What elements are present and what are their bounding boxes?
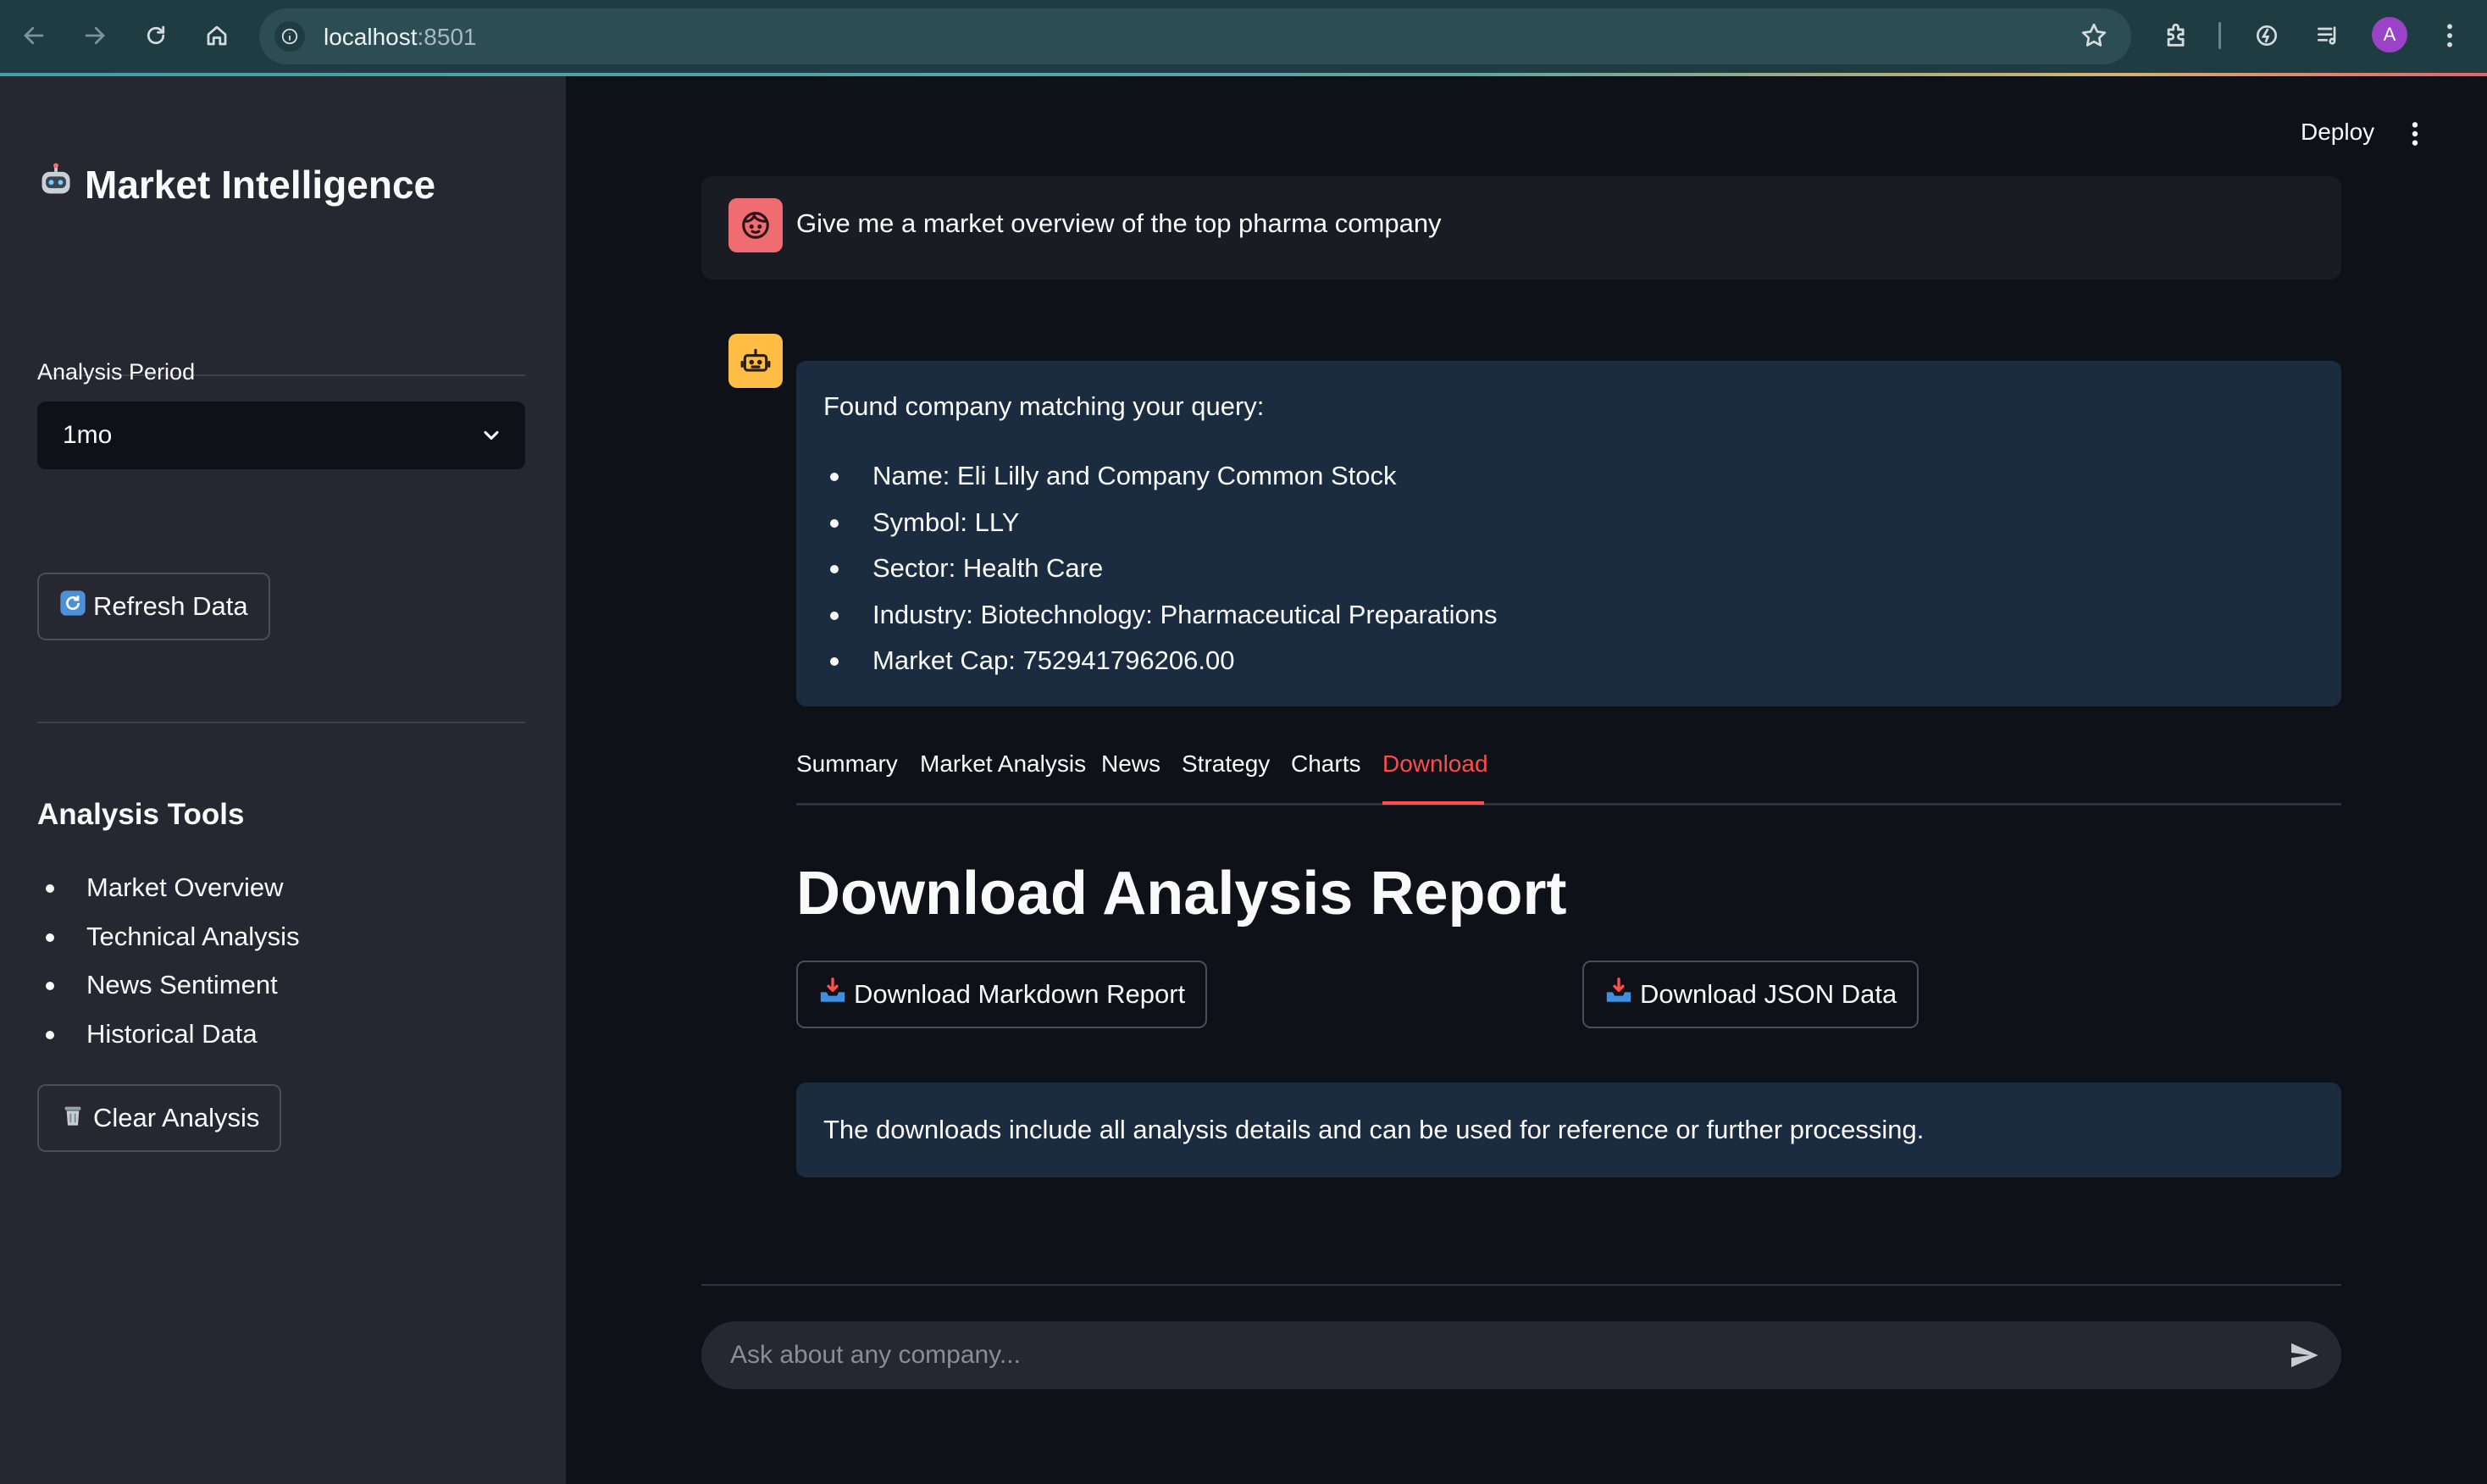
toolbar-separator (2218, 22, 2221, 49)
download-heading: Download Analysis Report (796, 860, 1567, 928)
analysis-tools-heading: Analysis Tools (37, 798, 245, 831)
sidebar-divider (37, 722, 525, 723)
bot-avatar-icon (728, 334, 783, 388)
send-icon[interactable] (2287, 1338, 2323, 1372)
trash-icon (59, 1101, 86, 1135)
address-bar[interactable]: localhost:8501 (259, 8, 2131, 64)
list-item: Market Overview (37, 866, 300, 915)
analysis-tools-list: Market Overview Technical Analysis News … (37, 866, 300, 1060)
clear-analysis-label: Clear Analysis (93, 1103, 260, 1132)
tab-news[interactable]: News (1101, 750, 1160, 778)
chat-divider (701, 1284, 2341, 1286)
main-menu-icon[interactable] (2411, 120, 2436, 151)
tab-summary[interactable]: Summary (796, 750, 898, 778)
info-callout-text: The downloads include all analysis detai… (823, 1115, 1925, 1144)
sidebar (0, 76, 566, 1484)
back-arrow-icon[interactable] (14, 15, 54, 56)
forward-arrow-icon[interactable] (75, 15, 115, 56)
list-item: Industry: Biotechnology: Pharmaceutical … (823, 591, 1498, 638)
download-json-button[interactable]: Download JSON Data (1582, 961, 1919, 1028)
active-tab-indicator (1382, 801, 1484, 805)
list-item: News Sentiment (37, 963, 300, 1012)
profile-avatar[interactable]: A (2372, 17, 2407, 53)
result-tabs: Summary Market Analysis News Strategy Ch… (796, 750, 2341, 806)
site-info-icon[interactable] (274, 21, 305, 52)
refresh-icon (59, 590, 86, 623)
home-icon[interactable] (197, 15, 237, 56)
download-markdown-button[interactable]: Download Markdown Report (796, 961, 1208, 1028)
tab-strategy[interactable]: Strategy (1182, 750, 1270, 778)
tab-market-analysis[interactable]: Market Analysis (920, 750, 1086, 778)
user-message-text: Give me a market overview of the top pha… (796, 208, 1442, 238)
analysis-period-select[interactable]: 1mo (37, 401, 525, 469)
list-item: Symbol: LLY (823, 499, 1498, 545)
tabs-border (796, 803, 2341, 806)
clear-analysis-button[interactable]: Clear Analysis (37, 1084, 282, 1152)
refresh-data-label: Refresh Data (93, 591, 248, 621)
sidebar-title: Market Intelligence (37, 161, 435, 208)
url-port: :8501 (417, 24, 477, 50)
deploy-button[interactable]: Deploy (2301, 119, 2374, 146)
extensions-puzzle-icon[interactable] (2157, 15, 2197, 56)
refresh-data-button[interactable]: Refresh Data (37, 573, 270, 640)
media-playlist-icon[interactable] (2307, 15, 2348, 56)
tab-charts[interactable]: Charts (1291, 750, 1360, 778)
list-item: Historical Data (37, 1012, 300, 1061)
chevron-down-icon (479, 424, 503, 447)
url-host: localhost (324, 24, 418, 50)
robot-icon (37, 161, 75, 208)
browser-toolbar: localhost:8501 A (0, 0, 2487, 75)
company-details-list: Name: Eli Lilly and Company Common Stock… (823, 452, 1498, 684)
list-item: Name: Eli Lilly and Company Common Stock (823, 452, 1498, 499)
list-item: Market Cap: 752941796206.00 (823, 637, 1498, 684)
user-avatar-icon (728, 198, 783, 252)
bookmark-star-icon[interactable] (2079, 20, 2111, 53)
list-item: Technical Analysis (37, 915, 300, 964)
tab-download[interactable]: Download (1382, 750, 1488, 778)
inbox-tray-icon (1604, 977, 1633, 1012)
download-json-label: Download JSON Data (1640, 979, 1897, 1009)
performance-leaf-icon[interactable] (2246, 15, 2287, 56)
analysis-period-value: 1mo (63, 421, 113, 449)
url-text: localhost:8501 (324, 24, 477, 51)
sidebar-title-text: Market Intelligence (85, 162, 436, 207)
browser-menu-icon[interactable] (2429, 15, 2470, 56)
analysis-period-label: Analysis Period (37, 359, 196, 385)
list-item: Sector: Health Care (823, 545, 1498, 591)
download-markdown-label: Download Markdown Report (854, 979, 1186, 1009)
inbox-tray-icon (818, 977, 847, 1012)
reload-icon[interactable] (136, 15, 176, 56)
chat-input[interactable] (701, 1321, 2341, 1389)
bot-intro-text: Found company matching your query: (823, 391, 1265, 421)
